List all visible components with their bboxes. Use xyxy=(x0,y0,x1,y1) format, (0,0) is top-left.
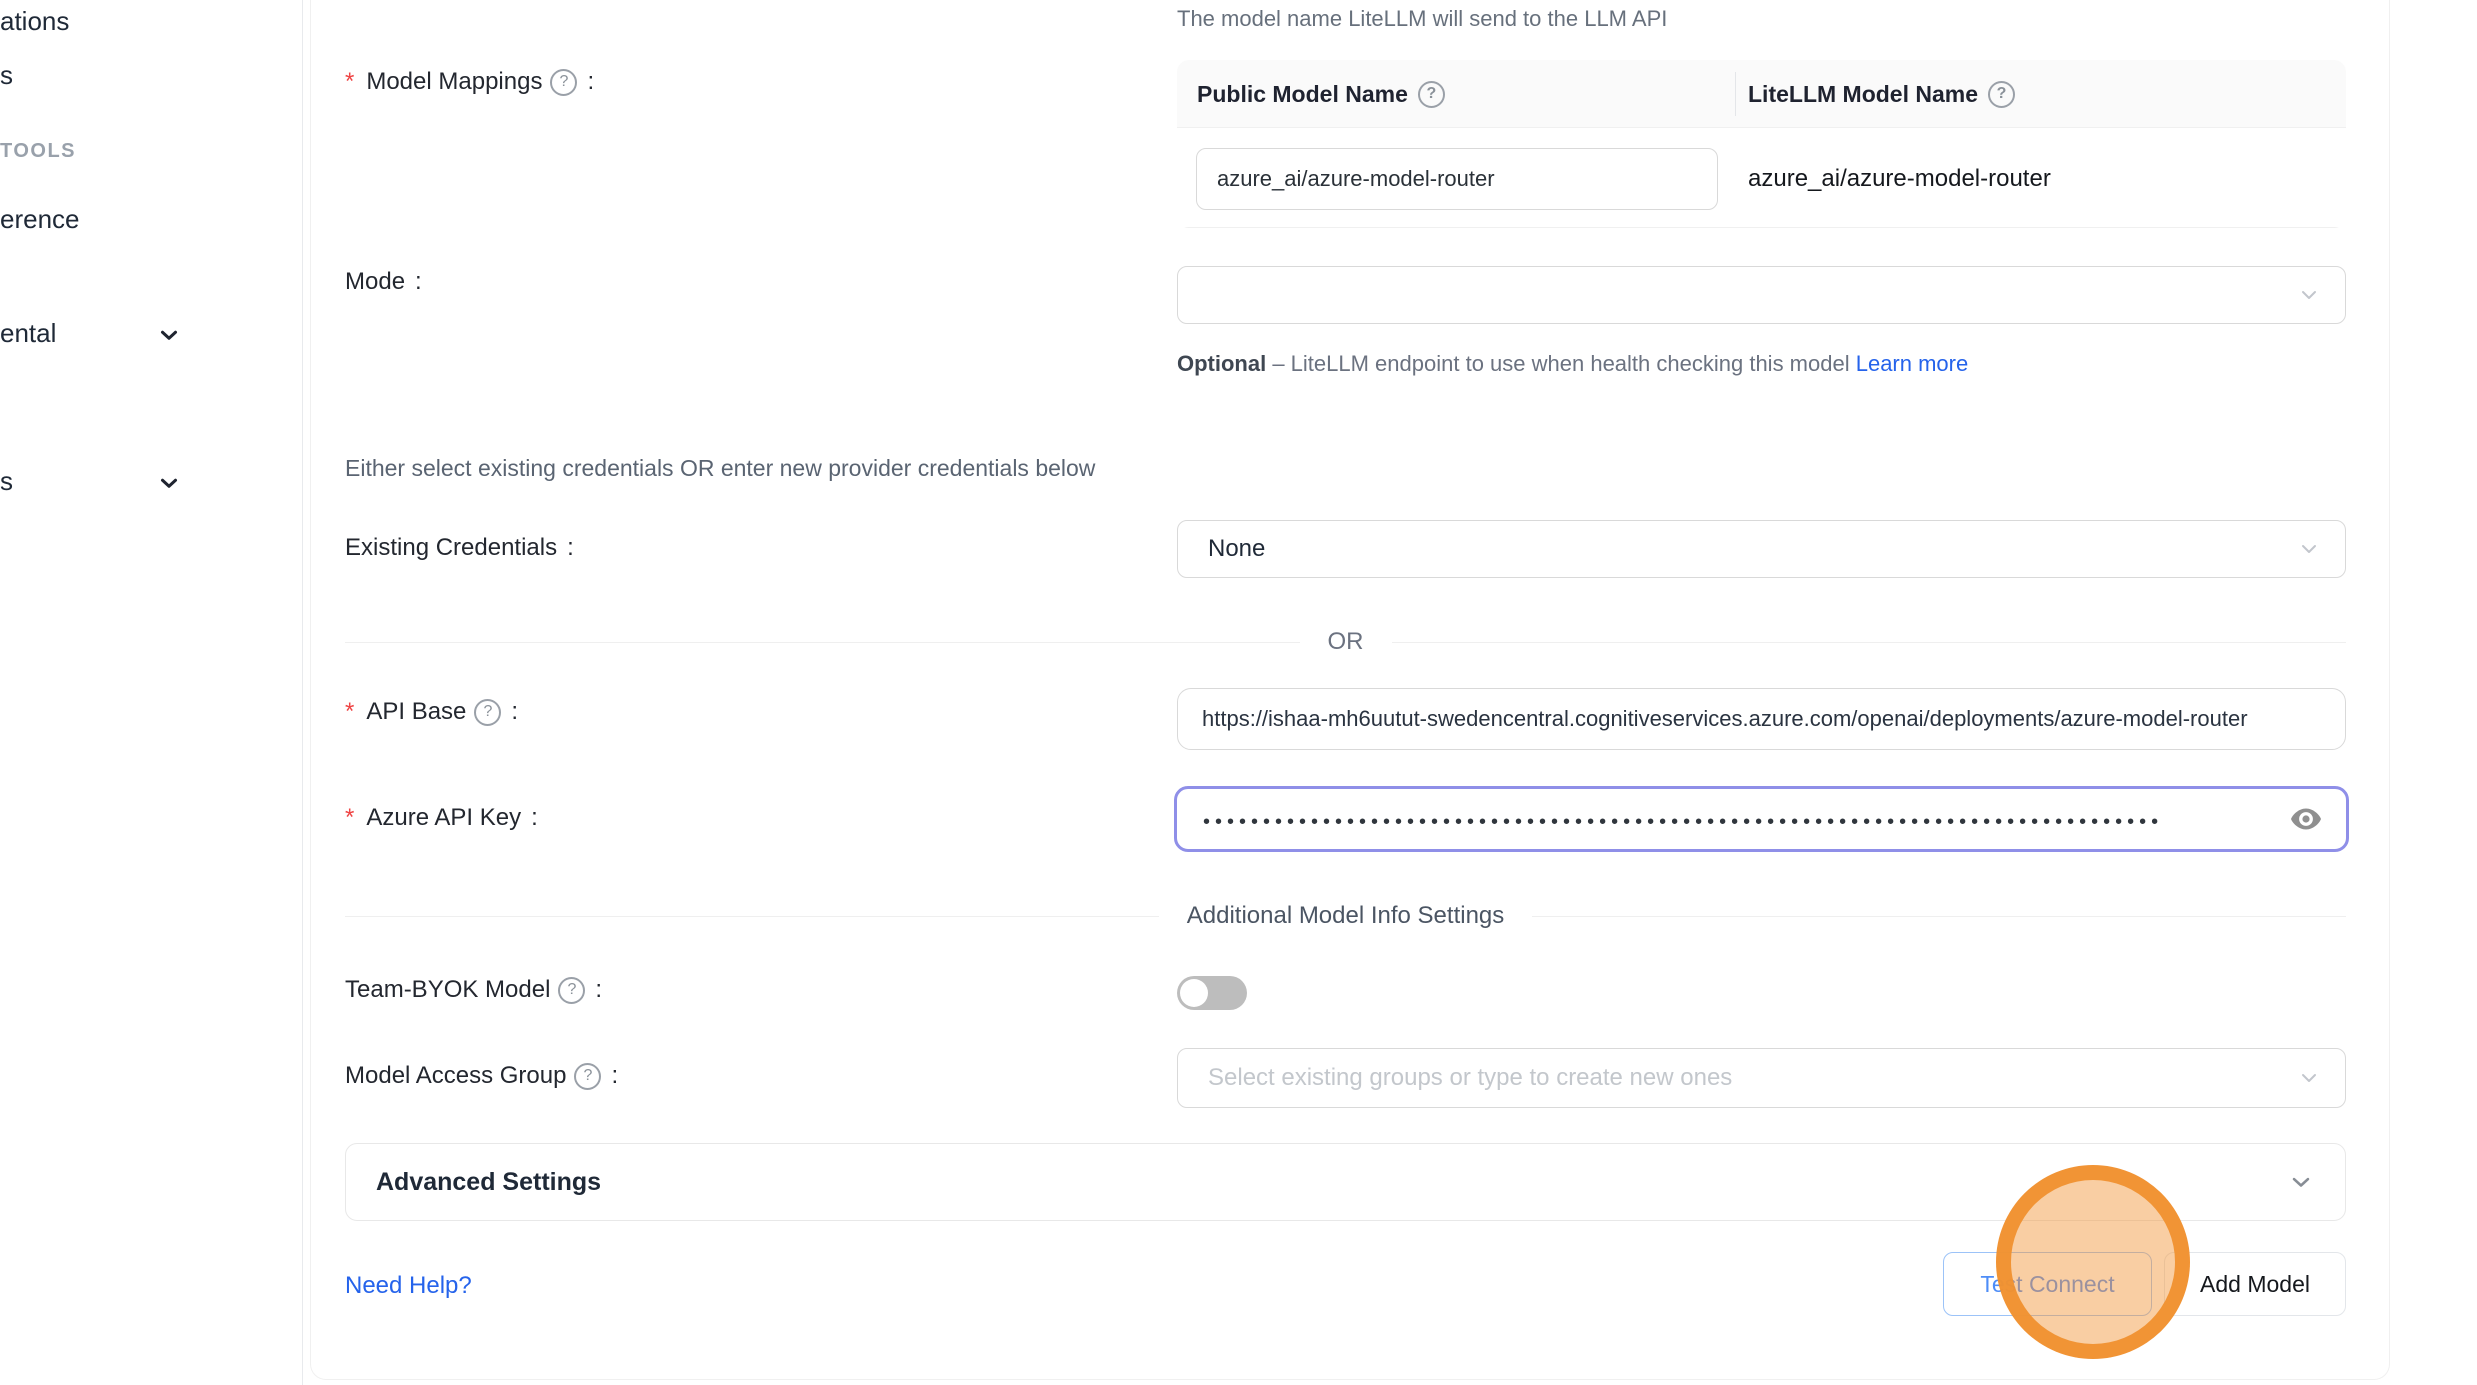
sidebar-item-2[interactable]: s xyxy=(0,60,13,91)
chevron-down-icon xyxy=(2297,1066,2321,1090)
model-access-group-placeholder: Select existing groups or type to create… xyxy=(1208,1064,2297,1092)
sidebar-item-label: s xyxy=(0,466,13,496)
chevron-down-icon[interactable] xyxy=(156,322,182,348)
help-icon[interactable]: ? xyxy=(1988,81,2015,108)
azure-api-key-label: * Azure API Key : xyxy=(345,804,538,832)
advanced-settings-panel[interactable]: Advanced Settings xyxy=(345,1143,2346,1221)
team-byok-toggle[interactable] xyxy=(1177,976,1247,1010)
optional-label: Optional xyxy=(1177,351,1266,376)
help-icon[interactable]: ? xyxy=(474,699,501,726)
toggle-knob xyxy=(1180,979,1208,1007)
chevron-down-icon xyxy=(2297,283,2321,307)
model-access-group-label: Model Access Group ? : xyxy=(345,1062,618,1090)
public-model-name-header: Public Model Name ? xyxy=(1197,60,1445,128)
required-asterisk: * xyxy=(345,68,354,96)
table-header-row: Public Model Name ? LiteLLM Model Name ? xyxy=(1177,60,2346,128)
api-base-input[interactable]: https://ishaa-mh6uutut-swedencentral.cog… xyxy=(1177,688,2346,750)
sidebar-item-label: erence xyxy=(0,204,80,234)
help-icon[interactable]: ? xyxy=(558,977,585,1004)
sidebar-section-tools: TOOLS xyxy=(0,140,76,163)
required-asterisk: * xyxy=(345,698,354,726)
additional-info-divider: Additional Model Info Settings xyxy=(345,902,2346,930)
model-mappings-table: Public Model Name ? LiteLLM Model Name ?… xyxy=(1177,60,2346,228)
team-byok-label: Team-BYOK Model ? : xyxy=(345,976,602,1004)
sidebar-item-3[interactable]: erence xyxy=(0,204,80,235)
or-divider: OR xyxy=(345,628,2346,656)
chevron-down-icon xyxy=(2297,537,2321,561)
existing-credentials-select[interactable]: None xyxy=(1177,520,2346,578)
learn-more-link[interactable]: Learn more xyxy=(1856,351,1969,376)
add-model-button[interactable]: Add Model xyxy=(2164,1252,2346,1316)
add-model-form-page: ations s TOOLS erence ental s The model … xyxy=(0,0,2477,1385)
mode-select[interactable] xyxy=(1177,266,2346,324)
sidebar-item-5[interactable]: s xyxy=(0,466,13,497)
header-divider xyxy=(1735,72,1736,116)
sidebar: ations s TOOLS erence ental s xyxy=(0,0,303,1385)
advanced-settings-title: Advanced Settings xyxy=(376,1168,2287,1197)
table-row-border xyxy=(1177,227,2346,228)
existing-credentials-label: Existing Credentials: xyxy=(345,534,574,562)
litellm-model-name-value: azure_ai/azure-model-router xyxy=(1748,148,2051,210)
sidebar-item-label: ations xyxy=(0,6,69,36)
mode-help-text: Optional – LiteLLM endpoint to use when … xyxy=(1177,344,2037,384)
mode-label: Mode: xyxy=(345,268,422,296)
model-name-helper-text: The model name LiteLLM will send to the … xyxy=(1177,6,1667,32)
litellm-model-name-header: LiteLLM Model Name ? xyxy=(1748,60,2015,128)
chevron-down-icon xyxy=(2287,1168,2315,1196)
need-help-link[interactable]: Need Help? xyxy=(345,1272,472,1300)
help-icon[interactable]: ? xyxy=(1418,81,1445,108)
sidebar-item-1[interactable]: ations xyxy=(0,6,69,37)
api-base-label: * API Base ? : xyxy=(345,698,518,726)
existing-credentials-value: None xyxy=(1208,535,2297,563)
help-icon[interactable]: ? xyxy=(550,69,577,96)
test-connect-button[interactable]: Test Connect xyxy=(1943,1252,2152,1316)
azure-api-key-input[interactable]: ••••••••••••••••••••••••••••••••••••••••… xyxy=(1174,786,2349,852)
sidebar-item-4[interactable]: ental xyxy=(0,318,56,349)
chevron-down-icon[interactable] xyxy=(156,470,182,496)
model-access-group-select[interactable]: Select existing groups or type to create… xyxy=(1177,1048,2346,1108)
required-asterisk: * xyxy=(345,804,354,832)
model-mappings-label: * Model Mappings ? : xyxy=(345,68,594,96)
sidebar-item-label: s xyxy=(0,60,13,90)
help-icon[interactable]: ? xyxy=(574,1063,601,1090)
masked-password-value: ••••••••••••••••••••••••••••••••••••••••… xyxy=(1203,806,2288,832)
credentials-note: Either select existing credentials OR en… xyxy=(345,455,1095,482)
sidebar-item-label: ental xyxy=(0,318,56,348)
public-model-name-input[interactable]: azure_ai/azure-model-router xyxy=(1196,148,1718,210)
eye-icon[interactable] xyxy=(2288,801,2324,837)
